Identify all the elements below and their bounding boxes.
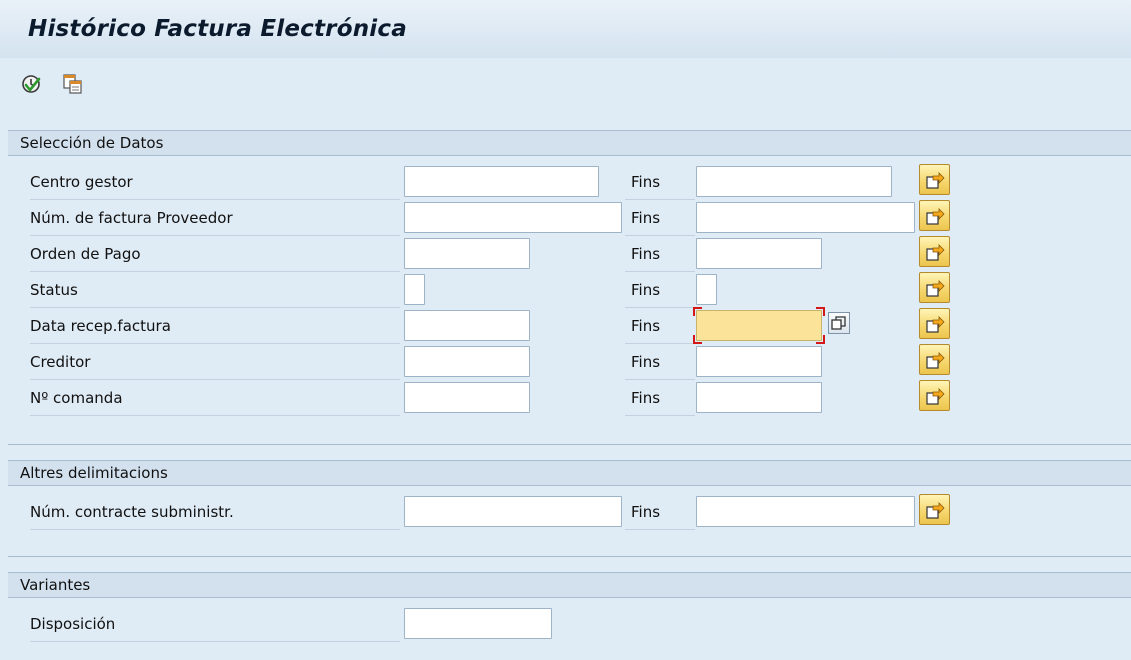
multiple-selection-button[interactable] xyxy=(919,272,950,303)
data-recep-from-input[interactable] xyxy=(404,310,530,341)
section-header: Selección de Datos xyxy=(8,131,1131,156)
orden-pago-from-input[interactable] xyxy=(404,238,530,269)
field-label: Nº comanda xyxy=(30,380,400,416)
application-toolbar xyxy=(0,58,1131,114)
field-label: Núm. de factura Proveedor xyxy=(30,200,400,236)
multiple-selection-button[interactable] xyxy=(919,308,950,339)
section-header: Altres delimitacions xyxy=(8,461,1131,486)
field-label: Centro gestor xyxy=(30,164,400,200)
section-divider xyxy=(8,556,1131,557)
to-label: Fins xyxy=(625,200,695,236)
to-label: Fins xyxy=(625,164,695,200)
creditor-to-input[interactable] xyxy=(696,346,822,377)
other-limits-section: Altres delimitacions Núm. contracte subm… xyxy=(8,460,1131,556)
multiple-selection-icon xyxy=(926,208,945,225)
row-centro-gestor: Centro gestor Fins xyxy=(8,164,1131,200)
multiple-selection-button[interactable] xyxy=(919,200,950,231)
page-title: Histórico Factura Electrónica xyxy=(28,16,407,42)
field-label: Orden de Pago xyxy=(30,236,400,272)
data-recep-to-input[interactable] xyxy=(696,310,822,341)
centro-gestor-to-input[interactable] xyxy=(696,166,892,197)
num-contracte-to-input[interactable] xyxy=(696,496,915,527)
row-disposicion: Disposición xyxy=(8,606,1131,642)
multiple-selection-icon xyxy=(926,316,945,333)
get-variant-icon[interactable] xyxy=(62,73,86,97)
creditor-from-input[interactable] xyxy=(404,346,530,377)
section-divider xyxy=(8,444,1131,445)
field-label: Disposición xyxy=(30,606,400,642)
variants-section: Variantes Disposición xyxy=(8,572,1131,660)
row-orden-pago: Orden de Pago Fins xyxy=(8,236,1131,272)
row-num-contracte: Núm. contracte subministr. Fins xyxy=(8,494,1131,530)
multiple-selection-icon xyxy=(926,244,945,261)
orden-pago-to-input[interactable] xyxy=(696,238,822,269)
to-label: Fins xyxy=(625,308,695,344)
multiple-selection-icon xyxy=(926,172,945,189)
multiple-selection-button[interactable] xyxy=(919,380,950,411)
to-label: Fins xyxy=(625,494,695,530)
multiple-selection-icon xyxy=(926,388,945,405)
num-contracte-from-input[interactable] xyxy=(404,496,622,527)
execute-icon[interactable] xyxy=(20,73,44,97)
row-num-comanda: Nº comanda Fins xyxy=(8,380,1131,416)
to-label: Fins xyxy=(625,380,695,416)
multiple-selection-button[interactable] xyxy=(919,164,950,195)
centro-gestor-from-input[interactable] xyxy=(404,166,599,197)
section-header: Variantes xyxy=(8,573,1131,598)
row-creditor: Creditor Fins xyxy=(8,344,1131,380)
num-factura-from-input[interactable] xyxy=(404,202,622,233)
row-status: Status Fins xyxy=(8,272,1131,308)
layout-input[interactable] xyxy=(404,608,552,639)
multiple-selection-button[interactable] xyxy=(919,494,950,525)
multiple-selection-button[interactable] xyxy=(919,236,950,267)
field-label: Creditor xyxy=(30,344,400,380)
to-label: Fins xyxy=(625,344,695,380)
num-factura-to-input[interactable] xyxy=(696,202,915,233)
data-selection-section: Selección de Datos Centro gestor Fins Nú… xyxy=(8,130,1131,444)
multiple-selection-icon xyxy=(926,352,945,369)
status-from-input[interactable] xyxy=(404,274,425,305)
value-help-icon xyxy=(831,316,846,330)
field-label: Núm. contracte subministr. xyxy=(30,494,400,530)
num-comanda-from-input[interactable] xyxy=(404,382,530,413)
multiple-selection-button[interactable] xyxy=(919,344,950,375)
field-label: Status xyxy=(30,272,400,308)
value-help-button[interactable] xyxy=(828,312,850,334)
status-to-input[interactable] xyxy=(696,274,717,305)
to-label: Fins xyxy=(625,236,695,272)
num-comanda-to-input[interactable] xyxy=(696,382,822,413)
title-bar: Histórico Factura Electrónica xyxy=(0,0,1131,58)
multiple-selection-icon xyxy=(926,502,945,519)
to-label: Fins xyxy=(625,272,695,308)
field-label: Data recep.factura xyxy=(30,308,400,344)
row-data-recep: Data recep.factura Fins xyxy=(8,307,1131,344)
multiple-selection-icon xyxy=(926,280,945,297)
row-num-factura: Núm. de factura Proveedor Fins xyxy=(8,200,1131,236)
